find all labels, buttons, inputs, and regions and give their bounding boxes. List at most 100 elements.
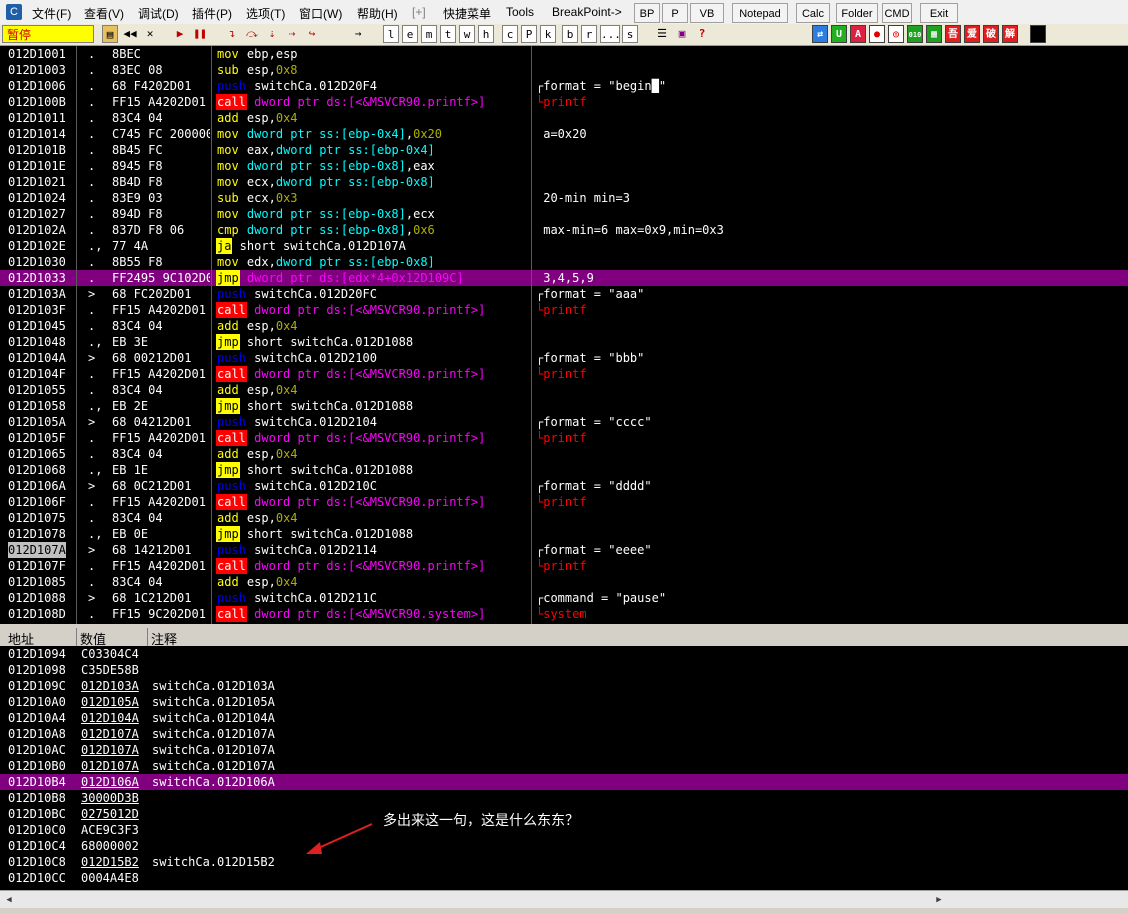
disasm-row[interactable]: 012D1001. 8BEC mov ebp,esp (0, 46, 1128, 62)
disasm-row[interactable]: 012D100B. FF15 A4202D01 call dword ptr ds:… (0, 94, 1128, 110)
disasm-row[interactable]: 012D102E., 77 4A ja short switchCa.012D107… (0, 238, 1128, 254)
disasm-row[interactable]: 012D1021. 8B4D F8 mov ecx,dword ptr ss:[eb… (0, 174, 1128, 190)
pause-icon[interactable]: ❚❚ (192, 25, 208, 43)
windows-window-button[interactable]: w (459, 25, 475, 43)
restart-icon[interactable]: ◀◀ (122, 25, 138, 43)
plugin-jie-icon[interactable]: 解 (1002, 25, 1018, 43)
target-icon[interactable]: ◎ (888, 25, 904, 43)
plugin-ai-icon[interactable]: 爱 (964, 25, 980, 43)
call-stack-window-button[interactable]: k (540, 25, 556, 43)
exit-button[interactable]: Exit (920, 3, 958, 23)
menu-plugins[interactable]: 插件(P) (192, 5, 232, 22)
disasm-row[interactable]: 012D1078., EB 0E jmp short switchCa.012D10… (0, 526, 1128, 542)
stack-row[interactable]: 012D10B4 012D106A switchCa.012D106A (0, 774, 1128, 790)
stack-row[interactable]: 012D10B8 30000D3B (0, 790, 1128, 806)
stack-row[interactable]: 012D10AC 012D107A switchCa.012D107A (0, 742, 1128, 758)
trace-into-icon[interactable]: ⇣ (264, 25, 280, 43)
plugin-po-icon[interactable]: 破 (983, 25, 999, 43)
step-into-icon[interactable]: ↴ (224, 25, 240, 43)
disasm-row[interactable]: 012D106A >68 0C212D01 push switchCa.012D21… (0, 478, 1128, 494)
references-window-button[interactable]: r (581, 25, 597, 43)
disasm-row[interactable]: 012D1011. 83C4 04 add esp,0x4 (0, 110, 1128, 126)
p-button[interactable]: P (662, 3, 688, 23)
memory-window-button[interactable]: m (421, 25, 437, 43)
options-icon[interactable]: ▣ (674, 25, 690, 43)
scroll-right-icon[interactable]: ▶ (932, 893, 946, 907)
disasm-row[interactable]: 012D1048., EB 3E jmp short switchCa.012D10… (0, 334, 1128, 350)
disasm-row[interactable]: 012D1006. 68 F4202D01 push switchCa.012D20… (0, 78, 1128, 94)
disasm-row[interactable]: 012D105F. FF15 A4202D01 call dword ptr ds:… (0, 430, 1128, 446)
notepad-button[interactable]: Notepad (732, 3, 788, 23)
log-window-button[interactable]: l (383, 25, 399, 43)
disasm-row[interactable]: 012D105A >68 04212D01 push switchCa.012D21… (0, 414, 1128, 430)
disasm-row[interactable]: 012D1014. C745 FC 20000000 mov dword ptr s… (0, 126, 1128, 142)
disassembly-pane[interactable]: 012D1001. 8BEC mov ebp,esp 012D1003. 83EC 08… (0, 46, 1128, 624)
disasm-row[interactable]: 012D103F. FF15 A4202D01 call dword ptr ds:… (0, 302, 1128, 318)
disasm-row[interactable]: 012D107A >68 14212D01 push switchCa.012D21… (0, 542, 1128, 558)
window-icon[interactable]: ▦ (926, 25, 942, 43)
disasm-row[interactable]: 012D101B. 8B45 FC mov eax,dword ptr ss:[eb… (0, 142, 1128, 158)
menu-shortcut[interactable]: 快捷菜单 (443, 5, 491, 22)
trace-over-icon[interactable]: ⇢ (284, 25, 300, 43)
cpu-window-button[interactable]: c (502, 25, 518, 43)
menu-plus[interactable]: [+] (412, 5, 426, 19)
run-icon[interactable]: ▶ (172, 25, 188, 43)
stack-row[interactable]: 012D10C8 012D15B2 switchCa.012D15B2 (0, 854, 1128, 870)
disasm-row[interactable]: 012D108D. FF15 9C202D01 call dword ptr ds:… (0, 606, 1128, 622)
step-over-icon[interactable]: ⤼ (244, 25, 260, 43)
stack-row[interactable]: 012D10B0 012D107A switchCa.012D107A (0, 758, 1128, 774)
disasm-row[interactable]: 012D101E. 8945 F8 mov dword ptr ss:[ebp-0x… (0, 158, 1128, 174)
disasm-row[interactable]: 012D1003. 83EC 08 sub esp,0x8 (0, 62, 1128, 78)
disasm-row[interactable]: 012D1058., EB 2E jmp short switchCa.012D10… (0, 398, 1128, 414)
stack-row[interactable]: 012D10C4 68000002 (0, 838, 1128, 854)
stack-row[interactable]: 012D10CC 0004A4E8 (0, 870, 1128, 886)
record-icon[interactable]: ● (869, 25, 885, 43)
disasm-row[interactable]: 012D1030. 8B55 F8 mov edx,dword ptr ss:[eb… (0, 254, 1128, 270)
plugin-ting-icon[interactable]: 吾 (945, 25, 961, 43)
disasm-row[interactable]: 012D1085. 83C4 04 add esp,0x4 (0, 574, 1128, 590)
plugin-a-icon[interactable]: A (850, 25, 866, 43)
source-window-button[interactable]: s (622, 25, 638, 43)
console-icon[interactable] (1030, 25, 1046, 43)
folder-button[interactable]: Folder (836, 3, 878, 23)
go-to-icon[interactable]: → (350, 25, 366, 43)
disasm-row[interactable]: 012D103A >68 FC202D01 push switchCa.012D20… (0, 286, 1128, 302)
menu-file[interactable]: 文件(F) (32, 5, 71, 22)
horizontal-scrollbar[interactable]: ◀ ▶ (0, 890, 1128, 909)
cmd-button[interactable]: CMD (882, 3, 912, 23)
breakpoints-window-button[interactable]: b (562, 25, 578, 43)
calc-button[interactable]: Calc (796, 3, 830, 23)
disasm-row[interactable]: 012D1068., EB 1E jmp short switchCa.012D10… (0, 462, 1128, 478)
disasm-row[interactable]: 012D1045. 83C4 04 add esp,0x4 (0, 318, 1128, 334)
menu-view[interactable]: 查看(V) (84, 5, 124, 22)
binary-icon[interactable]: 010 (907, 25, 923, 43)
disasm-row[interactable]: 012D104F. FF15 A4202D01 call dword ptr ds:… (0, 366, 1128, 382)
stack-row[interactable]: 012D10A8 012D107A switchCa.012D107A (0, 726, 1128, 742)
plugin-u-icon[interactable]: U (831, 25, 847, 43)
disasm-row[interactable]: 012D104A >68 00212D01 push switchCa.012D21… (0, 350, 1128, 366)
menu-help[interactable]: 帮助(H) (357, 5, 398, 22)
disasm-row[interactable]: 012D107F. FF15 A4202D01 call dword ptr ds:… (0, 558, 1128, 574)
disasm-row[interactable]: 012D1027. 894D F8 mov dword ptr ss:[ebp-0x… (0, 206, 1128, 222)
disasm-row[interactable]: 012D1065. 83C4 04 add esp,0x4 (0, 446, 1128, 462)
close-icon[interactable]: ✕ (142, 25, 158, 43)
disasm-row[interactable]: 012D1033. FF2495 9C102D01 jmp dword ptr ds… (0, 270, 1128, 286)
patches-window-button[interactable]: P (521, 25, 537, 43)
menu-tools[interactable]: Tools (506, 5, 534, 19)
stack-row[interactable]: 012D1098 C35DE58B (0, 662, 1128, 678)
threads-window-button[interactable]: t (440, 25, 456, 43)
disasm-row[interactable]: 012D1075. 83C4 04 add esp,0x4 (0, 510, 1128, 526)
disasm-row[interactable]: 012D1088 >68 1C212D01 push switchCa.012D21… (0, 590, 1128, 606)
menu-breakpoint[interactable]: BreakPoint-> (552, 5, 622, 19)
stack-pane[interactable]: 012D1094 C03304C4 012D1098 C35DE58B 012D109C… (0, 646, 1128, 890)
execute-till-return-icon[interactable]: ↪ (304, 25, 320, 43)
stack-row[interactable]: 012D109C 012D103A switchCa.012D103A (0, 678, 1128, 694)
open-icon[interactable]: ▤ (102, 25, 118, 43)
scroll-left-icon[interactable]: ◀ (2, 893, 16, 907)
refresh-icon[interactable]: ⇄ (812, 25, 828, 43)
disasm-row[interactable]: 012D1055. 83C4 04 add esp,0x4 (0, 382, 1128, 398)
disasm-row[interactable]: 012D1024. 83E9 03 sub ecx,0x3 20-min min=3 (0, 190, 1128, 206)
list-icon[interactable]: ☰ (654, 25, 670, 43)
stack-row[interactable]: 012D10A4 012D104A switchCa.012D104A (0, 710, 1128, 726)
help-icon[interactable]: ? (694, 25, 710, 43)
